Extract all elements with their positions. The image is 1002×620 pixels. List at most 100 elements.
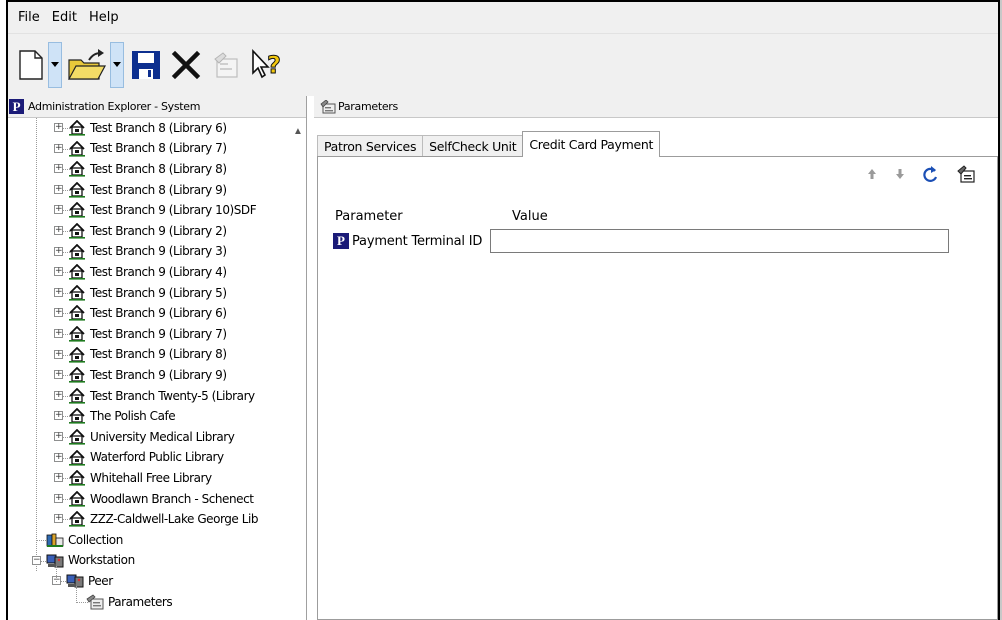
tree-item-label: Test Branch 9 (Library 9)	[90, 367, 227, 382]
delete-button[interactable]	[166, 42, 206, 88]
tree-item-branch[interactable]: + Whitehall Free Library	[8, 468, 290, 489]
application-window: File Edit Help ? P Administration Explor…	[0, 0, 1002, 620]
tree-item-branch[interactable]: + Test Branch 8 (Library 6)	[8, 118, 290, 138]
tab-patron-services[interactable]: Patron Services	[317, 135, 424, 157]
move-up-icon[interactable]	[867, 168, 877, 180]
library-branch-icon	[69, 120, 85, 136]
tree-item-peer[interactable]: − Peer	[8, 571, 290, 592]
expand-icon[interactable]: +	[54, 431, 63, 441]
context-help-icon: ?	[252, 49, 281, 80]
expand-icon[interactable]: +	[54, 473, 63, 483]
new-document-icon	[19, 50, 43, 80]
expand-icon[interactable]: +	[54, 328, 63, 338]
tree-item-branch[interactable]: + The Polish Cafe	[8, 406, 290, 427]
expand-icon[interactable]: +	[54, 493, 63, 503]
tree-item-label: Test Branch 9 (Library 4)	[90, 264, 227, 279]
tree-item-label: Test Branch 8 (Library 6)	[90, 120, 227, 135]
expand-icon[interactable]: +	[54, 308, 63, 318]
tree-item-branch[interactable]: + Test Branch Twenty-5 (Library	[8, 386, 290, 407]
tree-item-label: Test Branch 9 (Library 5)	[90, 285, 227, 300]
open-button[interactable]	[64, 42, 110, 88]
library-branch-icon	[69, 367, 85, 383]
new-button[interactable]	[14, 42, 48, 88]
properties-button[interactable]	[206, 42, 246, 88]
tree-item-branch[interactable]: + Test Branch 8 (Library 8)	[8, 159, 290, 180]
new-dropdown-button[interactable]	[48, 42, 62, 88]
tree-item-collection[interactable]: Collection	[8, 530, 290, 551]
expand-icon[interactable]: +	[54, 246, 63, 256]
tree-item-branch[interactable]: + Test Branch 9 (Library 2)	[8, 221, 290, 242]
expand-icon[interactable]: +	[54, 411, 63, 421]
context-help-button[interactable]: ?	[246, 42, 290, 88]
tree-item-branch[interactable]: + Test Branch 9 (Library 8)	[8, 344, 290, 365]
tree-item-branch[interactable]: + Test Branch 8 (Library 7)	[8, 138, 290, 159]
library-branch-icon	[69, 181, 85, 198]
tree-item-branch[interactable]: + Test Branch 9 (Library 9)	[8, 365, 290, 386]
expand-icon[interactable]: +	[54, 390, 63, 400]
tab-strip: Patron Services SelfCheck Unit Credit Ca…	[317, 131, 661, 157]
menu-bar: File Edit Help	[8, 2, 998, 34]
expand-icon[interactable]: +	[54, 267, 63, 277]
delete-icon	[171, 50, 201, 80]
expand-icon[interactable]: +	[54, 184, 63, 194]
open-folder-icon	[67, 49, 107, 80]
tree-item-branch[interactable]: + Test Branch 8 (Library 9)	[8, 180, 290, 201]
library-branch-icon	[69, 140, 85, 157]
tree-item-branch[interactable]: + Test Branch 9 (Library 7)	[8, 324, 290, 345]
expand-icon[interactable]: +	[54, 164, 63, 174]
menu-help[interactable]: Help	[83, 10, 125, 25]
library-branch-icon	[69, 222, 85, 239]
tree-item-branch[interactable]: + Waterford Public Library	[8, 447, 290, 468]
refresh-icon[interactable]	[923, 165, 939, 183]
tree-item-branch[interactable]: + ZZZ-Caldwell-Lake George Lib	[8, 509, 290, 530]
tab-credit-card-payment[interactable]: Credit Card Payment	[522, 131, 661, 157]
menu-file[interactable]: File	[12, 10, 46, 25]
expand-icon[interactable]: +	[54, 225, 63, 235]
payment-terminal-id-input[interactable]	[490, 229, 950, 253]
tab-selfcheck-unit[interactable]: SelfCheck Unit	[422, 135, 524, 157]
open-dropdown-button[interactable]	[110, 42, 124, 88]
tree-item-label: Test Branch Twenty-5 (Library	[90, 388, 255, 403]
tree-item-label: Test Branch 8 (Library 7)	[90, 141, 227, 156]
library-branch-icon	[69, 490, 85, 507]
library-branch-icon	[69, 428, 85, 445]
tree-item-label: Parameters	[108, 594, 173, 609]
tree-item-workstation[interactable]: − Workstation	[8, 550, 290, 571]
expand-icon[interactable]: +	[54, 370, 63, 380]
tree-item-branch[interactable]: + Test Branch 9 (Library 10)SDF	[8, 200, 290, 221]
tree-item-label: The Polish Cafe	[90, 409, 176, 424]
collapse-icon[interactable]: −	[32, 555, 41, 565]
tree-item-label: Test Branch 9 (Library 7)	[90, 326, 227, 341]
library-branch-icon	[69, 325, 85, 342]
save-button[interactable]	[126, 42, 166, 88]
tree-item-branch[interactable]: + University Medical Library	[8, 427, 290, 448]
svg-text:?: ?	[267, 51, 281, 79]
tree-item-label: ZZZ-Caldwell-Lake George Lib	[90, 512, 259, 527]
expand-icon[interactable]: +	[54, 205, 63, 215]
tree-item-label: Peer	[88, 573, 113, 588]
tree-item-branch[interactable]: + Test Branch 9 (Library 6)	[8, 303, 290, 324]
expand-icon[interactable]: +	[54, 452, 63, 462]
expand-icon[interactable]: +	[54, 123, 63, 132]
expand-icon[interactable]: +	[54, 287, 63, 297]
tree-viewport: + Test Branch 8 (Library 6) + Test Branch 8…	[8, 118, 290, 620]
library-branch-icon	[69, 305, 85, 321]
expand-icon[interactable]: +	[54, 514, 63, 524]
move-down-icon[interactable]	[895, 168, 905, 180]
scroll-up-arrow-icon[interactable]: ▲	[293, 126, 303, 137]
tree-item-branch[interactable]: + Woodlawn Branch - Schenect	[8, 489, 290, 510]
library-branch-icon	[69, 511, 85, 527]
tree-item-branch[interactable]: + Test Branch 9 (Library 4)	[8, 262, 290, 283]
menu-edit[interactable]: Edit	[46, 10, 83, 25]
explorer-tree[interactable]: + Test Branch 8 (Library 6) + Test Branch 8…	[8, 118, 306, 620]
tree-scrollbar[interactable]: ▲	[289, 118, 306, 620]
tree-item-branch[interactable]: + Test Branch 9 (Library 3)	[8, 241, 290, 262]
tree-item-parameters[interactable]: Parameters	[8, 592, 290, 613]
expand-icon[interactable]: +	[54, 143, 63, 153]
tab-label: Credit Card Payment	[529, 137, 654, 152]
tree-item-label: Test Branch 9 (Library 8)	[90, 347, 227, 362]
tree-item-branch[interactable]: + Test Branch 9 (Library 5)	[8, 283, 290, 304]
parameters-pane: Parameters Patron Services SelfCheck Uni…	[314, 96, 998, 620]
properties-icon[interactable]	[957, 165, 975, 183]
expand-icon[interactable]: +	[54, 349, 63, 359]
